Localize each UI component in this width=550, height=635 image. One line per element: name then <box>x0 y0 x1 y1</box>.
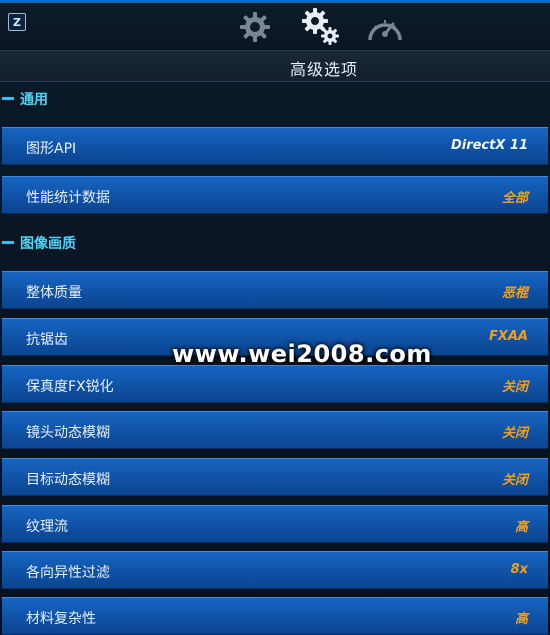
setting-value: FXAA <box>488 329 528 344</box>
setting-row-overall-quality[interactable]: 整体质量 恶棍 <box>2 271 548 309</box>
watermark-text: www.wei2008.com <box>172 340 432 368</box>
section-dash <box>2 97 14 100</box>
setting-row-camera-motion-blur[interactable]: 镜头动态模糊 关闭 <box>2 411 548 449</box>
page-title: 高级选项 <box>290 60 359 79</box>
setting-value: 恶棍 <box>501 286 528 301</box>
setting-name: 材料复杂性 <box>26 611 96 627</box>
section-label: 通用 <box>20 92 48 108</box>
section-dash <box>2 241 14 244</box>
z-key-label: Z <box>13 15 21 29</box>
setting-name: 保真度FX锐化 <box>26 379 114 395</box>
speedometer-icon[interactable] <box>366 12 404 46</box>
setting-value: 关闭 <box>501 473 528 488</box>
setting-name: 性能统计数据 <box>26 190 110 206</box>
z-key-hint[interactable]: Z <box>8 13 26 31</box>
setting-value: 高 <box>514 520 528 535</box>
setting-row-performance-stats[interactable]: 性能统计数据 全部 <box>2 176 548 214</box>
setting-row-material-complexity[interactable]: 材料复杂性 高 <box>2 597 548 635</box>
setting-name: 镜头动态模糊 <box>26 425 110 441</box>
setting-row-object-motion-blur[interactable]: 目标动态模糊 关闭 <box>2 458 548 496</box>
setting-value: 关闭 <box>501 380 528 395</box>
setting-name: 图形API <box>26 141 77 157</box>
setting-name: 纹理流 <box>26 519 68 535</box>
gear-icon[interactable] <box>238 10 272 44</box>
setting-value: 全部 <box>501 191 528 206</box>
setting-row-fidelityfx-sharpening[interactable]: 保真度FX锐化 关闭 <box>2 365 548 403</box>
top-bar: Z <box>0 0 550 50</box>
setting-row-anisotropic-filtering[interactable]: 各向异性过滤 8x <box>2 551 548 589</box>
setting-name: 目标动态模糊 <box>26 472 110 488</box>
setting-name: 整体质量 <box>26 285 82 301</box>
section-image-quality: 图像画质 <box>0 230 550 256</box>
gears-icon[interactable] <box>300 6 342 48</box>
setting-value: 关闭 <box>501 426 528 441</box>
setting-value: 高 <box>514 612 528 627</box>
setting-name: 各向异性过滤 <box>26 565 110 581</box>
setting-name: 抗锯齿 <box>26 332 68 348</box>
setting-value: DirectX 11 <box>450 138 528 153</box>
page-title-bar: 高级选项 <box>0 50 550 82</box>
setting-row-graphics-api[interactable]: 图形API DirectX 11 <box>2 127 548 165</box>
setting-row-texture-streaming[interactable]: 纹理流 高 <box>2 505 548 543</box>
section-label: 图像画质 <box>20 236 76 252</box>
setting-value: 8x <box>510 562 528 577</box>
section-general: 通用 <box>0 86 550 112</box>
